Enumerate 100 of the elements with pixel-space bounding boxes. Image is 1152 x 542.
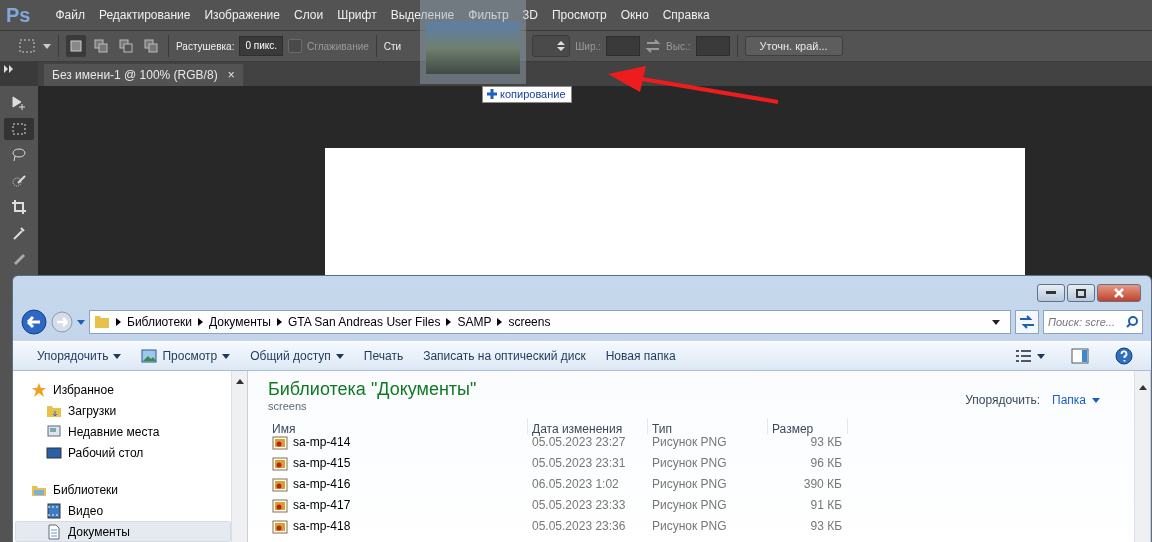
scrollbar[interactable] <box>1134 371 1151 542</box>
column-header[interactable]: Дата изменения <box>528 418 648 434</box>
minimize-button[interactable] <box>1037 284 1065 302</box>
nav-item[interactable]: Видео <box>15 500 231 521</box>
chevron-icon <box>276 318 282 326</box>
chevron-icon <box>497 318 503 326</box>
column-header[interactable]: Имя <box>268 418 528 434</box>
scroll-up-icon[interactable] <box>235 379 244 384</box>
file-name-cell[interactable]: sa-mp-414 <box>268 434 528 455</box>
width-field[interactable] <box>606 36 641 56</box>
file-name-cell[interactable]: sa-mp-418 <box>268 518 528 539</box>
nav-item[interactable]: Загрузки <box>15 400 231 421</box>
help-icon <box>1115 347 1133 365</box>
minimize-icon <box>1046 291 1056 295</box>
table-cell-text: 06.05.2023 1:02 <box>531 476 620 493</box>
breadcrumb[interactable]: screens <box>508 315 551 329</box>
menu-item[interactable]: Изображение <box>197 8 287 22</box>
scrollbar[interactable] <box>231 371 248 542</box>
menu-item[interactable]: 3D <box>515 8 545 22</box>
updown-arrows-icon <box>557 41 566 51</box>
column-header[interactable]: Тип <box>648 418 768 434</box>
height-field[interactable] <box>695 36 730 56</box>
nav-group[interactable]: Избранное <box>53 382 114 397</box>
menu-item[interactable]: Слои <box>287 8 331 22</box>
caret-icon <box>1092 397 1100 403</box>
back-icon[interactable] <box>21 309 47 335</box>
nav-group[interactable]: Библиотеки <box>53 482 118 497</box>
selection-mode-icon <box>144 39 158 53</box>
maximize-button[interactable] <box>1067 284 1095 302</box>
table-cell-text: 05.05.2023 23:31 <box>531 455 627 472</box>
search-icon <box>1126 316 1138 328</box>
column-header[interactable]: Размер <box>768 418 848 434</box>
swap-icon <box>645 38 662 54</box>
selection-mode-button[interactable] <box>66 35 86 57</box>
toolbar-button[interactable]: Записать на оптический диск <box>415 345 594 367</box>
table-cell-text: Рисунок PNG <box>651 455 728 472</box>
breadcrumb[interactable]: Библиотеки <box>127 315 192 329</box>
table-cell-text: 93 КБ <box>809 518 843 535</box>
selection-mode-icon <box>94 39 108 53</box>
toolbar-button[interactable]: Общий доступ <box>242 345 352 367</box>
toolbar-button[interactable]: Новая папка <box>597 345 684 367</box>
toolbar-button[interactable]: Печать <box>355 345 412 367</box>
maximize-icon <box>1076 288 1086 298</box>
library-title: Библиотека "Документы" <box>268 379 477 400</box>
selection-mode-icon <box>119 39 133 53</box>
menu-item[interactable]: Окно <box>613 8 656 22</box>
menu-item[interactable]: Просмотр <box>544 8 614 22</box>
antialias-checkbox[interactable] <box>288 39 303 53</box>
table-cell-text: 96 КБ <box>809 455 843 472</box>
image-file-icon <box>272 435 288 451</box>
refine-edge-button[interactable]: Уточн. край... <box>744 36 843 56</box>
table-cell-text: Рисунок PNG <box>651 434 728 451</box>
nav-item[interactable]: Недавние места <box>15 421 231 442</box>
nav-item[interactable]: Рабочий стол <box>15 442 231 463</box>
video-icon <box>46 502 62 519</box>
height-label: Выс.: <box>666 40 691 52</box>
arrange-dropdown[interactable]: Папка <box>1052 393 1100 407</box>
history-caret-icon <box>77 319 85 325</box>
panel-collapse-icon[interactable] <box>0 62 38 86</box>
antialias-label: Сглаживание <box>307 40 369 52</box>
scroll-up-icon[interactable] <box>1138 385 1147 390</box>
file-name-cell[interactable]: sa-mp-416 <box>268 476 528 497</box>
nav-item[interactable]: Документы <box>15 521 231 542</box>
file-name-cell[interactable]: sa-mp-417 <box>268 497 528 518</box>
copy-badge: копирование <box>482 86 572 103</box>
file-name-cell[interactable]: sa-mp-415 <box>268 455 528 476</box>
close-icon[interactable]: × <box>227 68 235 82</box>
tool-button[interactable] <box>4 118 34 140</box>
image-file-icon <box>272 456 288 472</box>
breadcrumb[interactable]: GTA San Andreas User Files <box>287 315 441 329</box>
breadcrumb[interactable]: SAMP <box>457 315 492 329</box>
refresh-icon[interactable] <box>1015 310 1039 334</box>
library-subtitle: screens <box>268 400 308 412</box>
caret-icon <box>43 43 51 49</box>
picture-icon <box>141 348 158 364</box>
menu-item[interactable]: Файл <box>48 8 92 22</box>
menu-item[interactable]: Справка <box>655 8 717 22</box>
style-select[interactable] <box>532 35 571 57</box>
feather-label: Растушевка: <box>176 40 235 52</box>
chevron-icon <box>198 318 203 326</box>
table-cell-text: 05.05.2023 23:27 <box>531 435 627 451</box>
menu-item[interactable]: Шрифт <box>330 8 384 22</box>
crop-icon <box>11 199 27 215</box>
breadcrumb[interactable]: Документы <box>209 315 271 329</box>
toolbar-button[interactable]: Упорядочить <box>29 345 130 367</box>
feather-field[interactable]: 0 пикс. <box>239 36 284 56</box>
table-cell-text: 05.05.2023 23:33 <box>531 497 627 514</box>
table-cell-text: 05.05.2023 23:36 <box>531 518 627 535</box>
brush-icon <box>11 173 27 189</box>
toolbar-button[interactable]: Просмотр <box>133 344 239 368</box>
app-logo: Ps <box>6 3 31 27</box>
folder-icon <box>94 314 110 330</box>
document-tab[interactable]: Без имени-1 @ 100% (RGB/8) × <box>44 64 243 86</box>
search-box[interactable]: Поиск: scre... <box>1043 310 1143 334</box>
close-button[interactable] <box>1097 284 1141 302</box>
selection-mode-icon <box>69 39 83 53</box>
menu-item[interactable]: Редактирование <box>92 8 198 22</box>
forward-icon[interactable] <box>51 311 73 333</box>
image-file-icon <box>272 498 288 514</box>
address-bar[interactable]: Библиотеки Документы GTA San Andreas User Files SAMP screens <box>89 310 1011 334</box>
